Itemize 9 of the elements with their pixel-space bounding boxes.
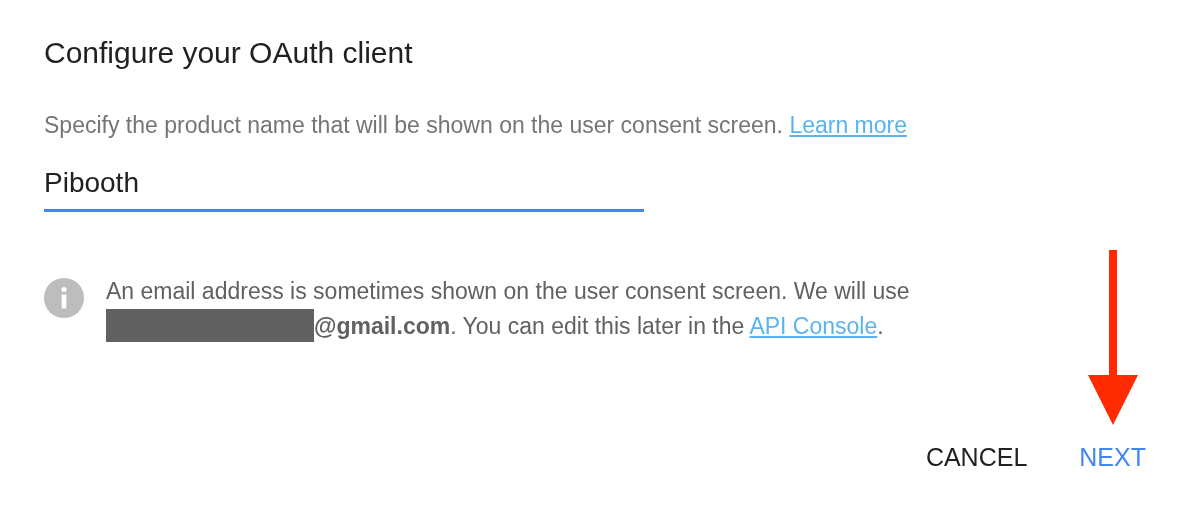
next-button[interactable]: NEXT (1069, 435, 1156, 480)
cancel-button[interactable]: CANCEL (915, 435, 1038, 480)
info-icon (44, 278, 84, 318)
learn-more-link[interactable]: Learn more (789, 112, 907, 138)
api-console-link[interactable]: API Console (749, 313, 878, 339)
description-text: Specify the product name that will be shown on the user consent screen. Learn more (44, 112, 907, 139)
dialog-title: Configure your OAuth client (44, 36, 413, 70)
email-notice-text: An email address is sometimes shown on the user consent screen. We will use @gmail.com. You can edit this later in the API Console. (106, 274, 1096, 344)
product-name-field[interactable]: Pibooth (44, 167, 644, 212)
